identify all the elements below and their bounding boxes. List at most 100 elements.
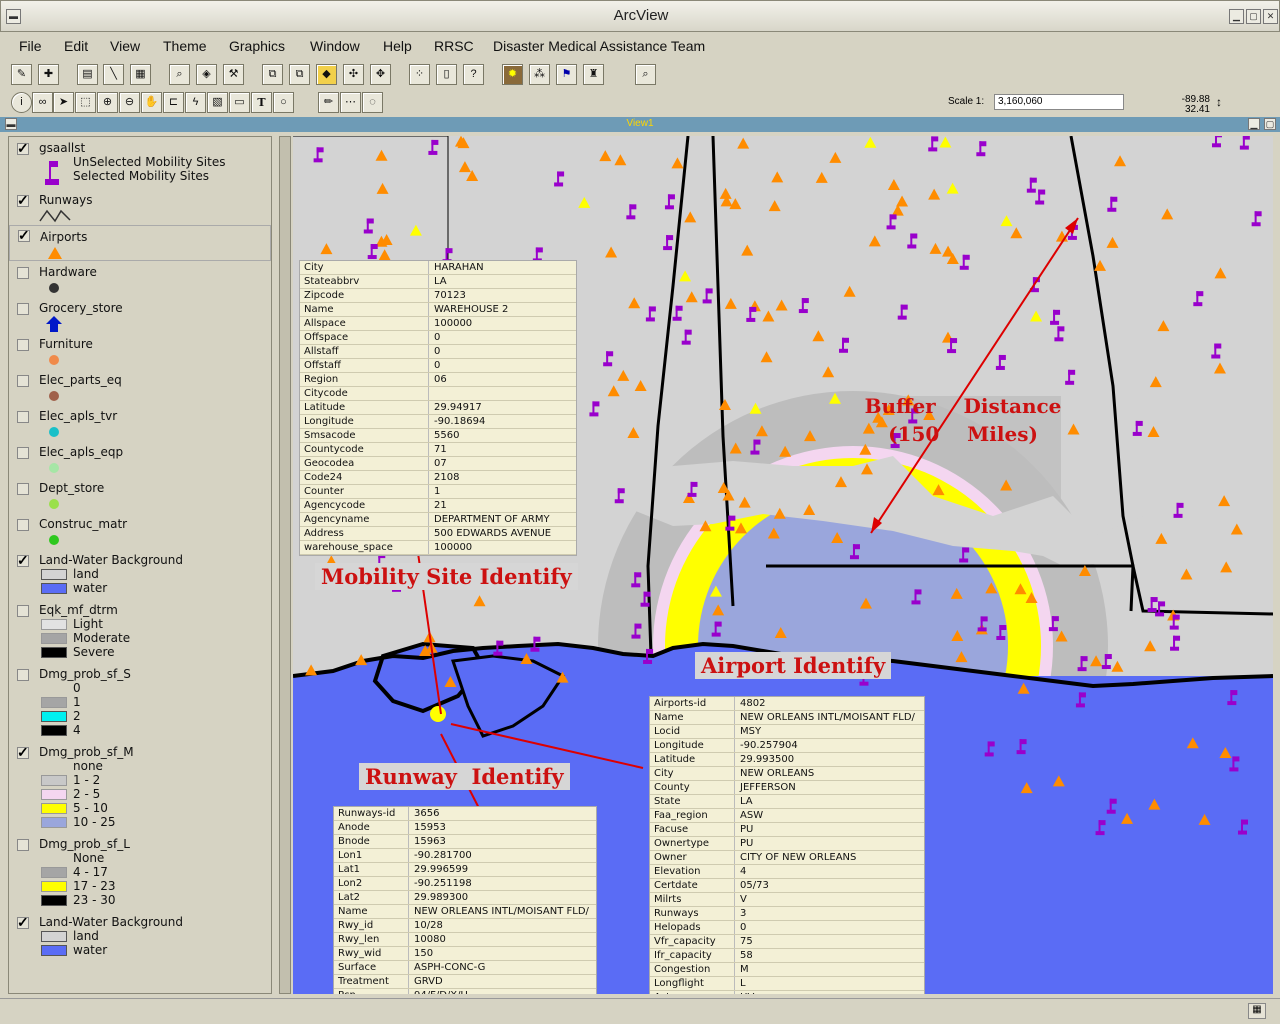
text-tool-icon[interactable]: T	[251, 92, 272, 113]
menu-help[interactable]: Help	[383, 38, 412, 54]
layer-checkbox[interactable]	[17, 605, 29, 617]
flag-icon[interactable]: ⚑	[556, 64, 577, 85]
hotlink-bolt-icon[interactable]: ϟ	[185, 92, 206, 113]
view-minimize-button[interactable]: ▁	[1248, 118, 1260, 130]
layer-checkbox[interactable]: ✓	[18, 228, 30, 242]
airport-triangle-icon	[48, 247, 62, 259]
layer-checkbox[interactable]	[17, 483, 29, 495]
field-value: 150	[414, 948, 434, 959]
zoom-out-tool-icon[interactable]: ⊖	[119, 92, 140, 113]
field-name: Pcn	[338, 990, 356, 994]
coord-y-readout: 32.41	[1184, 104, 1210, 115]
open-table-icon[interactable]: ▦	[130, 64, 151, 85]
field-name: Geocodea	[304, 458, 355, 469]
search-icon[interactable]: ⌕	[635, 64, 656, 85]
label-icon[interactable]: ▭	[229, 92, 250, 113]
save-project-icon[interactable]: ✎	[11, 64, 32, 85]
identify-row: Allspace 100000	[300, 317, 576, 331]
layer-checkbox[interactable]	[17, 375, 29, 387]
toc-scrollbar[interactable]	[279, 136, 291, 994]
swatch-23-30	[41, 895, 67, 906]
menu-edit[interactable]: Edit	[64, 38, 88, 54]
layer-checkbox[interactable]: ✓	[17, 745, 29, 759]
field-value: 0	[434, 332, 441, 343]
layer-checkbox[interactable]	[17, 267, 29, 279]
pointer-icon[interactable]: ➤	[53, 92, 74, 113]
layer-checkbox[interactable]	[17, 447, 29, 459]
field-name: Lat1	[338, 864, 360, 875]
minimize-button[interactable]: ▁	[1229, 9, 1244, 24]
menu-view[interactable]: View	[110, 38, 140, 54]
layer-name: Dmg_prob_sf_S	[39, 667, 131, 681]
menu-file[interactable]: File	[19, 38, 42, 54]
menu-graphics[interactable]: Graphics	[229, 38, 285, 54]
query-builder-icon[interactable]: ⚒	[223, 64, 244, 85]
layer-checkbox[interactable]: ✓	[17, 193, 29, 207]
draw-point-icon[interactable]: ○	[273, 92, 294, 113]
hotlink-icon[interactable]: ∞	[32, 92, 53, 113]
edit-legend-icon[interactable]: ╲	[103, 64, 124, 85]
dmat-logo-icon[interactable]: ✹	[502, 64, 523, 85]
map-view[interactable]: Buffer Distance (150 Miles) City HARAHAN S…	[293, 136, 1273, 994]
menu-rrsc[interactable]: RRSC	[434, 38, 474, 54]
layer-checkbox[interactable]	[17, 303, 29, 315]
hardware-dot-icon	[49, 283, 59, 293]
area-of-interest-icon[interactable]: ▧	[207, 92, 228, 113]
lasso-icon[interactable]: ◌	[362, 92, 383, 113]
field-value: V	[740, 894, 747, 905]
zoom-in-icon[interactable]: ✣	[343, 64, 364, 85]
field-value: PU	[740, 838, 754, 849]
locate-address-icon[interactable]: ◈	[196, 64, 217, 85]
pencil-icon[interactable]: ✏	[318, 92, 339, 113]
identify-row: Runways 3	[650, 907, 924, 921]
layer-airports[interactable]: ✓ Airports	[9, 225, 271, 261]
layer-checkbox[interactable]: ✓	[17, 141, 29, 155]
identify-row: Counter 1	[300, 485, 576, 499]
zoom-out-icon[interactable]: ✥	[370, 64, 391, 85]
layer-checkbox[interactable]: ✓	[17, 553, 29, 567]
legend-label: none	[73, 759, 103, 773]
window-menu-icon[interactable]: ▬	[6, 9, 21, 24]
select-features-icon[interactable]: ⁘	[409, 64, 430, 85]
maximize-button[interactable]: ▢	[1246, 9, 1261, 24]
add-theme-icon[interactable]: ✚	[38, 64, 59, 85]
resource-icon[interactable]: ⁂	[529, 64, 550, 85]
zoom-full-icon[interactable]: ⧉	[262, 64, 283, 85]
scale-input[interactable]: 3,160,060	[994, 94, 1124, 110]
clear-selection-icon[interactable]: ▯	[436, 64, 457, 85]
identify-icon[interactable]: i	[11, 92, 32, 113]
field-name: Owner	[654, 852, 687, 863]
zoom-selected-icon[interactable]: ◆	[316, 64, 337, 85]
person-icon[interactable]: ♜	[583, 64, 604, 85]
vertex-edit-icon[interactable]: ⬚	[75, 92, 96, 113]
layer-name: gsaallst	[39, 141, 86, 155]
zoom-active-icon[interactable]: ⧉	[289, 64, 310, 85]
layer-checkbox[interactable]	[17, 839, 29, 851]
close-button[interactable]: ✕	[1263, 9, 1278, 24]
legend-label: 23 - 30	[73, 893, 116, 907]
snap-icon[interactable]: ⋯	[340, 92, 361, 113]
legend-label: Light	[73, 617, 103, 631]
menu-theme[interactable]: Theme	[163, 38, 207, 54]
layer-checkbox[interactable]: ✓	[17, 915, 29, 929]
zoom-in-tool-icon[interactable]: ⊕	[97, 92, 118, 113]
legend-label: 17 - 23	[73, 879, 116, 893]
view-maximize-button[interactable]: ▢	[1264, 118, 1276, 130]
menu-window[interactable]: Window	[310, 38, 360, 54]
measure-icon[interactable]: ⊏	[163, 92, 184, 113]
field-value: 70123	[434, 290, 466, 301]
layer-checkbox[interactable]	[17, 339, 29, 351]
layer-checkbox[interactable]	[17, 669, 29, 681]
pan-icon[interactable]: ✋	[141, 92, 162, 113]
menu-dmat[interactable]: Disaster Medical Assistance Team	[493, 38, 705, 54]
identify-row: Name WAREHOUSE 2	[300, 303, 576, 317]
help-icon[interactable]: ?	[463, 64, 484, 85]
layer-checkbox[interactable]	[17, 519, 29, 531]
field-value: -90.251198	[414, 878, 472, 889]
field-value: 29.989300	[414, 892, 469, 903]
layer-checkbox[interactable]	[17, 411, 29, 423]
layer-name: Hardware	[39, 265, 97, 279]
theme-properties-icon[interactable]: ▤	[77, 64, 98, 85]
find-icon[interactable]: ⌕	[169, 64, 190, 85]
resize-grip-icon[interactable]: ▦	[1248, 1003, 1266, 1019]
